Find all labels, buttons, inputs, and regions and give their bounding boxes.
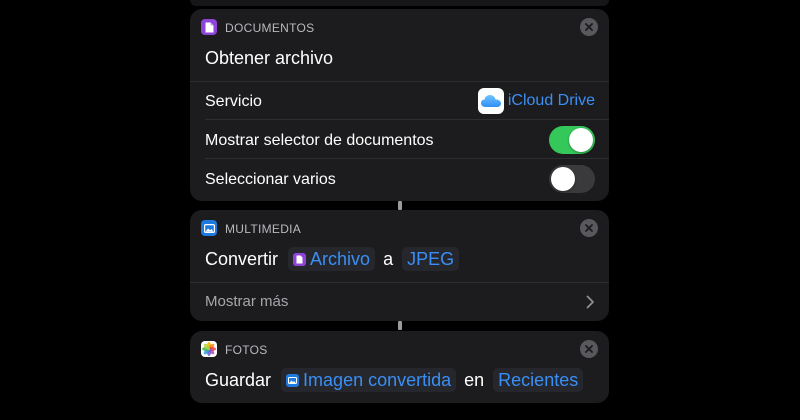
toggle-knob: [551, 167, 575, 191]
divider: [205, 119, 609, 120]
remove-action-button[interactable]: [580, 219, 598, 237]
close-icon: [585, 224, 593, 232]
media-icon: [201, 220, 217, 236]
action-sentence: Convertir Archivo a JPEG: [205, 245, 460, 273]
photos-icon: [201, 341, 217, 357]
show-more-label: Mostrar más: [205, 293, 289, 310]
variable-token-converted-image[interactable]: Imagen convertida: [281, 368, 457, 392]
document-icon: [293, 252, 307, 266]
toggle-knob: [569, 128, 593, 152]
remove-action-button[interactable]: [580, 18, 598, 36]
action-category-header: FOTOS: [190, 331, 609, 363]
close-icon: [585, 345, 593, 353]
save-photo-action-card[interactable]: FOTOS Guardar Imagen convertida en Recie…: [190, 331, 609, 403]
service-row[interactable]: Servicio iCloud Drive: [190, 82, 609, 120]
action-verb: Guardar: [205, 369, 272, 390]
select-multiple-label: Seleccionar varios: [205, 171, 336, 188]
action-category-header: DOCUMENTOS: [190, 9, 609, 41]
chevron-right-icon: [586, 295, 594, 309]
show-picker-label: Mostrar selector de documentos: [205, 132, 434, 149]
show-picker-row: Mostrar selector de documentos: [190, 121, 609, 159]
remove-action-button[interactable]: [580, 340, 598, 358]
get-file-action-card[interactable]: DOCUMENTOS Obtener archivo Servicio iClo…: [190, 9, 609, 201]
show-more-row[interactable]: Mostrar más: [190, 283, 609, 321]
action-connector: [398, 201, 402, 210]
select-multiple-row: Seleccionar varios: [190, 160, 609, 198]
media-icon: [286, 373, 300, 387]
convert-action-card[interactable]: MULTIMEDIA Convertir Archivo a JPEG Most…: [190, 210, 609, 321]
category-label: FOTOS: [225, 343, 268, 357]
format-label: JPEG: [407, 248, 455, 269]
variable-label: Imagen convertida: [303, 369, 452, 390]
format-parameter[interactable]: JPEG: [402, 247, 460, 271]
action-category-header: MULTIMEDIA: [190, 210, 609, 242]
album-label: Recientes: [498, 369, 579, 390]
variable-token-file[interactable]: Archivo: [288, 247, 376, 271]
document-icon: [201, 19, 217, 35]
category-label: MULTIMEDIA: [225, 222, 302, 236]
icloud-icon: [477, 88, 504, 114]
action-title: Obtener archivo: [205, 48, 334, 68]
category-label: DOCUMENTOS: [225, 21, 315, 35]
action-sentence: Guardar Imagen convertida en Recientes: [205, 366, 584, 394]
action-verb: Convertir: [205, 248, 279, 269]
connector-word: a: [383, 248, 394, 269]
variable-label: Archivo: [310, 248, 371, 269]
close-icon: [585, 23, 593, 31]
previous-card-edge: [190, 0, 609, 6]
divider: [205, 158, 609, 159]
select-multiple-toggle[interactable]: [549, 165, 595, 193]
service-picker[interactable]: iCloud Drive: [477, 86, 595, 116]
album-parameter[interactable]: Recientes: [493, 368, 584, 392]
show-picker-toggle[interactable]: [549, 126, 595, 154]
action-connector: [398, 321, 402, 330]
service-label: Servicio: [205, 93, 262, 110]
connector-word: en: [464, 369, 485, 390]
service-value: iCloud Drive: [507, 92, 595, 109]
